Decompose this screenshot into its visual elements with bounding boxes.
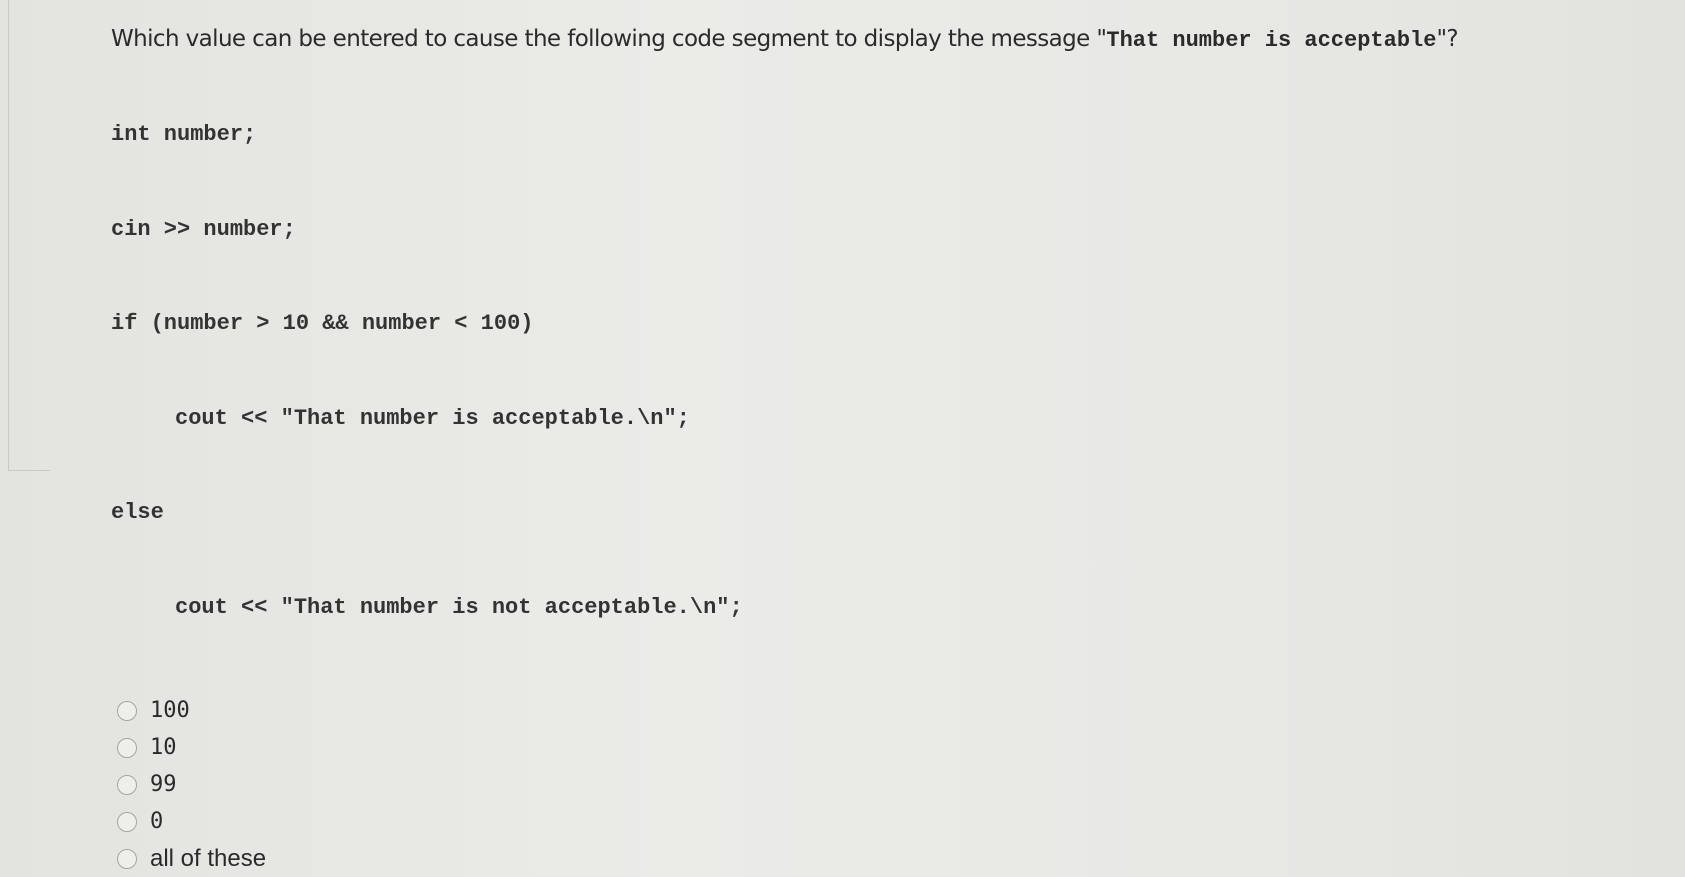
answer-option-all-of-these[interactable]: all of these — [117, 840, 1665, 877]
question-prompt: Which value can be entered to cause the … — [111, 24, 1665, 56]
code-line: else — [111, 500, 164, 525]
answer-option-label: 0 — [150, 809, 164, 834]
code-line: cin >> number; — [111, 216, 296, 242]
answer-option-10[interactable]: 10 — [117, 729, 1665, 766]
code-line: int number; — [111, 122, 257, 147]
radio-button-icon[interactable] — [117, 774, 137, 795]
radio-button-icon[interactable] — [117, 737, 137, 758]
code-segment: int number; cin >> number; if (number > … — [111, 56, 1665, 686]
answer-option-label: 10 — [150, 735, 177, 760]
code-line: if (number > 10 && number < 100) — [111, 311, 534, 336]
radio-button-icon[interactable] — [117, 811, 137, 832]
answer-option-99[interactable]: 99 — [117, 766, 1665, 803]
answer-option-100[interactable]: 100 — [117, 692, 1665, 729]
question-message: That number is acceptable — [1106, 28, 1437, 53]
panel-bottom-border — [8, 470, 50, 471]
radio-button-icon[interactable] — [117, 700, 137, 721]
question-block: Which value can be entered to cause the … — [111, 24, 1665, 877]
answer-option-label: 100 — [150, 698, 190, 723]
answer-options: 100 10 99 0 all of these — [117, 692, 1665, 877]
question-prefix: Which value can be entered to cause the … — [111, 26, 1107, 52]
code-line: cout << "That number is not acceptable.\… — [175, 594, 743, 620]
question-suffix: "? — [1436, 26, 1459, 52]
answer-option-label: 99 — [150, 772, 177, 797]
radio-button-icon[interactable] — [117, 848, 137, 869]
code-line: cout << "That number is acceptable.\n"; — [175, 405, 690, 431]
answer-option-0[interactable]: 0 — [117, 803, 1665, 840]
panel-left-border — [8, 0, 9, 470]
answer-option-label: all of these — [150, 844, 267, 872]
